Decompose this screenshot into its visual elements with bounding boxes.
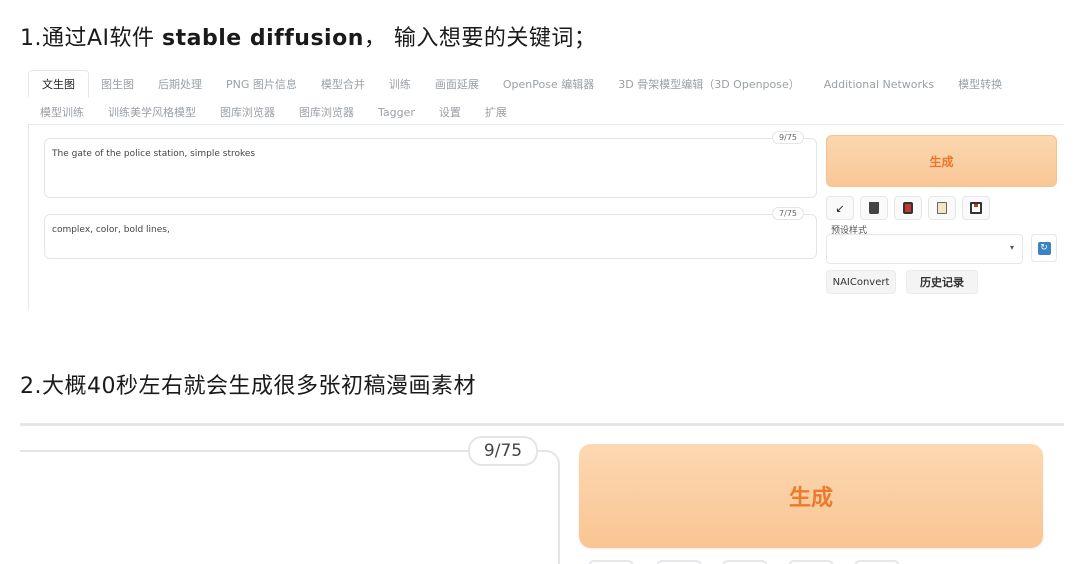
extra-networks-button[interactable] [894, 196, 922, 220]
tab-model-convert[interactable]: 模型转换 [946, 70, 1014, 98]
tab-additional-networks[interactable]: Additional Networks [812, 70, 946, 98]
step-1-prefix: 1.通过AI软件 [20, 26, 163, 51]
prompt-tool-row: ↙ [826, 196, 990, 220]
tab-3d-openpose[interactable]: 3D 骨架模型编辑（3D Openpose） [606, 70, 812, 98]
webui-panel: 文生图 图生图 后期处理 PNG 图片信息 模型合并 训练 画面延展 OpenP… [28, 66, 1064, 310]
tab-extensions[interactable]: 扩展 [473, 100, 519, 124]
tab-outpaint[interactable]: 画面延展 [423, 70, 491, 98]
panel-left-border [28, 125, 29, 310]
tab-model-training[interactable]: 模型训练 [28, 100, 96, 124]
negative-prompt-textarea[interactable]: complex, color, bold lines, 7/75 [44, 207, 817, 259]
tab-openpose-editor[interactable]: OpenPose 编辑器 [491, 70, 606, 98]
read-params-button[interactable]: ↙ [826, 196, 854, 220]
negative-prompt-token-counter: 7/75 [772, 207, 804, 220]
trash-icon [869, 202, 879, 214]
tab-bar-row-2: 模型训练 训练美学风格模型 图库浏览器 图库浏览器 Tagger 设置 扩展 [28, 100, 519, 124]
refresh-icon: ↻ [1037, 241, 1051, 255]
tab-train[interactable]: 训练 [377, 70, 423, 98]
zoom-generate-button[interactable]: 生成 [579, 444, 1043, 548]
tab-checkpoint-merger[interactable]: 模型合并 [309, 70, 377, 98]
save-style-button[interactable] [962, 196, 990, 220]
save-icon [970, 202, 982, 214]
tab-image-browser-1[interactable]: 图库浏览器 [208, 100, 287, 124]
tab-txt2img[interactable]: 文生图 [28, 70, 89, 98]
apply-style-button[interactable] [928, 196, 956, 220]
negative-prompt-text: complex, color, bold lines, [52, 225, 170, 235]
zoom-token-counter: 9/75 [468, 436, 538, 466]
step-1-suffix: ， 输入想要的关键词； [363, 26, 597, 51]
zoom-tool-button[interactable] [854, 560, 900, 564]
zoom-tool-button[interactable] [788, 560, 834, 564]
nai-convert-button[interactable]: NAIConvert [826, 270, 896, 294]
prompt-text: The gate of the police station, simple s… [52, 149, 256, 159]
tab-settings[interactable]: 设置 [427, 100, 473, 124]
red-card-icon [903, 202, 913, 214]
zoom-top-divider [20, 423, 1064, 426]
generate-button[interactable]: 生成 [826, 135, 1057, 187]
tab-bar-row-1: 文生图 图生图 后期处理 PNG 图片信息 模型合并 训练 画面延展 OpenP… [28, 70, 1014, 98]
tab-image-browser-2[interactable]: 图库浏览器 [287, 100, 366, 124]
zoom-prompt-textarea[interactable] [20, 450, 560, 564]
history-button[interactable]: 历史记录 [906, 270, 978, 294]
zoomed-webui-panel: 9/75 生成 [0, 420, 1080, 564]
arrow-icon: ↙ [835, 201, 845, 215]
refresh-styles-button[interactable]: ↻ [1031, 234, 1057, 262]
zoom-tool-button[interactable] [656, 560, 702, 564]
zoom-tool-button[interactable] [722, 560, 768, 564]
chevron-down-icon: ▾ [1009, 243, 1014, 252]
tab-divider [28, 124, 1064, 125]
tab-png-info[interactable]: PNG 图片信息 [214, 70, 309, 98]
prompt-token-counter: 9/75 [772, 131, 804, 144]
preset-style-dropdown[interactable]: ▾ [826, 234, 1023, 264]
prompt-textarea[interactable]: The gate of the police station, simple s… [44, 131, 817, 198]
tab-tagger[interactable]: Tagger [366, 100, 427, 124]
tab-extras[interactable]: 后期处理 [146, 70, 214, 98]
step-1-software-name: stable diffusion [162, 26, 364, 51]
zoom-tool-button[interactable] [588, 560, 634, 564]
tab-img2img[interactable]: 图生图 [89, 70, 146, 98]
step-1-heading: 1.通过AI软件 stable diffusion， 输入想要的关键词； [20, 20, 596, 52]
clear-prompt-button[interactable] [860, 196, 888, 220]
clipboard-icon [937, 202, 947, 214]
step-2-heading: 2.大概40秒左右就会生成很多张初稿漫画素材 [20, 374, 476, 399]
tab-aesthetic-training[interactable]: 训练美学风格模型 [96, 100, 208, 124]
